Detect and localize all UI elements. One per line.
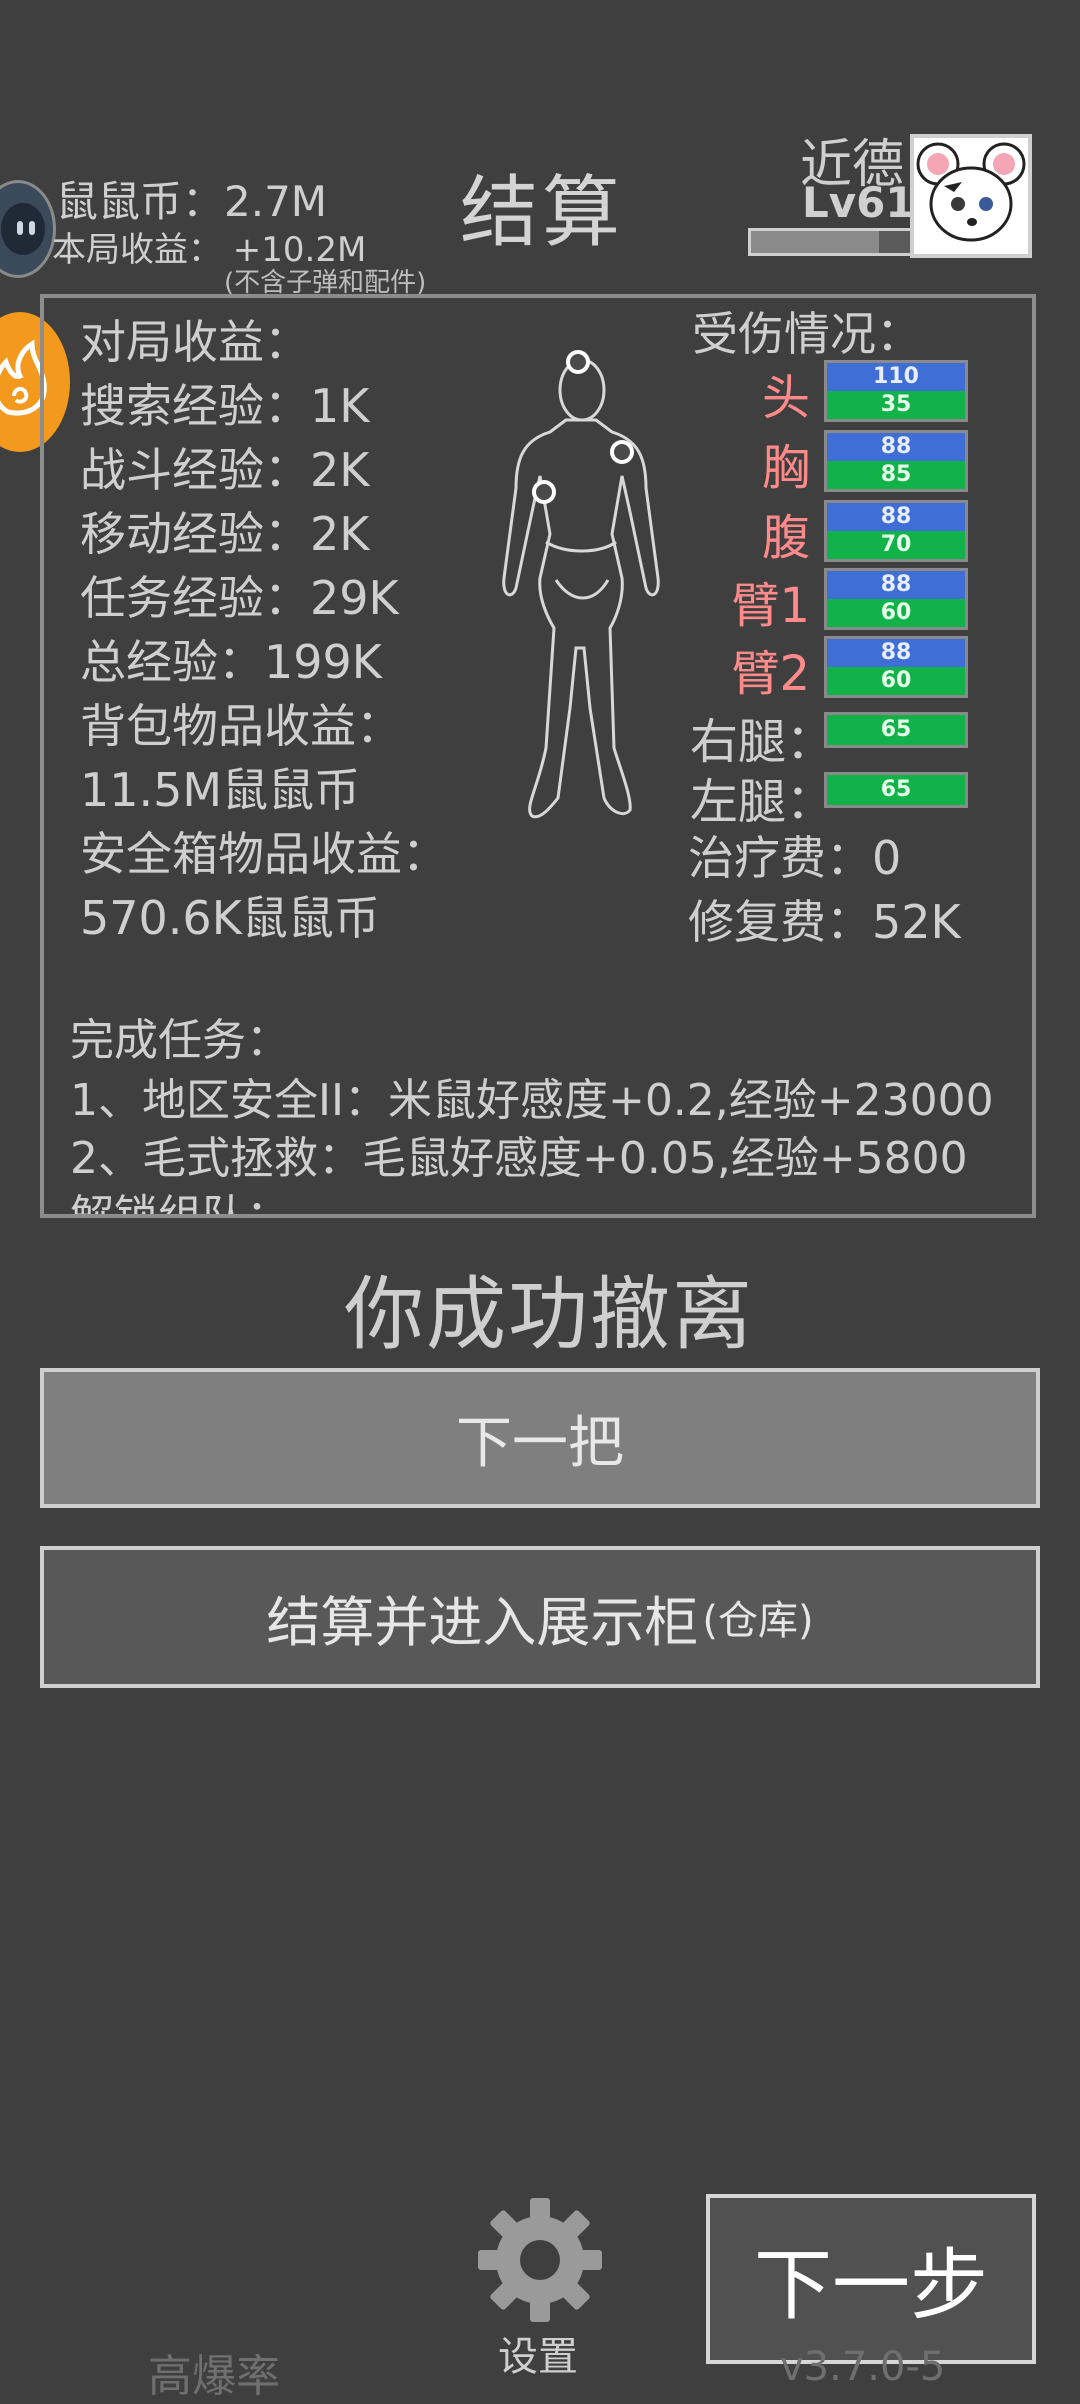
repair-fee: 修复费：52K <box>688 895 961 949</box>
gear-icon[interactable] <box>474 2194 606 2326</box>
quest-exp: 任务经验：29K <box>80 571 399 625</box>
high-rate-label[interactable]: 高爆率 <box>148 2340 280 2404</box>
part-head-label: 头 <box>761 370 810 426</box>
part-abdomen-label: 腹 <box>761 510 810 566</box>
escape-success-text: 你成功撤离 <box>344 1268 754 1361</box>
settle-label: 结算并进入展示柜 <box>266 1590 699 1654</box>
next-round-button[interactable]: 下一把 <box>40 1368 1040 1508</box>
total-exp: 总经验：199K <box>80 635 382 689</box>
heal-fee: 治疗费：0 <box>688 831 902 885</box>
backpack-income-value: 11.5M鼠鼠币 <box>80 763 361 817</box>
settle-to-showcase-button[interactable]: 结算并进入展示柜 (仓库) <box>40 1546 1040 1688</box>
part-head-bars: 110 35 <box>824 360 968 422</box>
settlement-panel: 对局收益： 搜索经验：1K 战斗经验：2K 移动经验：2K 任务经验：29K 总… <box>40 294 1036 1218</box>
chest-armor-value: 88 <box>827 433 965 461</box>
player-avatar[interactable] <box>910 134 1032 258</box>
task-item: 2、毛式拯救：毛鼠好感度+0.05,经验+5800 <box>70 1133 968 1184</box>
coins-balance: 鼠鼠币：2.7M <box>56 177 328 226</box>
task-item: 1、地区安全II：米鼠好感度+0.2,经验+23000 <box>70 1075 994 1126</box>
settings-label[interactable]: 设置 <box>498 2324 578 2382</box>
task-item-partial: 解锁组队： <box>70 1191 290 1218</box>
safebox-income-value: 570.6K鼠鼠币 <box>80 891 380 945</box>
safebox-income-label: 安全箱物品收益： <box>80 827 448 881</box>
left-leg-health-value: 65 <box>827 775 965 805</box>
move-exp: 移动经验：2K <box>80 507 370 561</box>
income-section-title: 对局收益： <box>80 315 310 369</box>
chest-health-value: 85 <box>827 461 965 489</box>
damage-section-title: 受伤情况： <box>692 307 922 361</box>
arm1-health-value: 60 <box>827 599 965 627</box>
xp-progress-fill <box>751 231 879 253</box>
body-damage-figure <box>454 328 704 848</box>
arm2-armor-value: 88 <box>827 639 965 667</box>
next-step-button[interactable]: 下一步 <box>706 2194 1036 2364</box>
arm1-armor-value: 88 <box>827 571 965 599</box>
left-leg-bar: 65 <box>824 772 968 808</box>
combat-exp: 战斗经验：2K <box>80 443 370 497</box>
part-arm2-label: 臂2 <box>731 646 810 702</box>
abdomen-armor-value: 88 <box>827 503 965 531</box>
search-exp: 搜索经验：1K <box>80 379 370 433</box>
head-armor-value: 110 <box>827 363 965 391</box>
part-abdomen-bars: 88 70 <box>824 500 968 562</box>
next-step-label: 下一步 <box>753 2241 988 2331</box>
abdomen-health-value: 70 <box>827 531 965 559</box>
right-leg-bar: 65 <box>824 712 968 748</box>
part-chest-bars: 88 85 <box>824 430 968 492</box>
chat-icon[interactable] <box>0 180 56 278</box>
part-arm1-bars: 88 60 <box>824 568 968 630</box>
next-round-label: 下一把 <box>456 1410 624 1476</box>
version-label: v3.7.0-5 <box>780 2344 946 2390</box>
head-health-value: 35 <box>827 391 965 419</box>
player-level: Lv61 <box>802 178 915 227</box>
xp-progress-bar <box>748 228 914 256</box>
tasks-title: 完成任务： <box>70 1015 290 1066</box>
part-arm2-bars: 88 60 <box>824 636 968 698</box>
right-leg-health-value: 65 <box>827 715 965 745</box>
page-title: 结算 <box>460 168 625 258</box>
backpack-income-label: 背包物品收益： <box>80 699 402 753</box>
part-arm1-label: 臂1 <box>731 578 810 634</box>
part-chest-label: 胸 <box>761 440 810 496</box>
settle-sub-label: (仓库) <box>702 1598 814 1644</box>
arm2-health-value: 60 <box>827 667 965 695</box>
